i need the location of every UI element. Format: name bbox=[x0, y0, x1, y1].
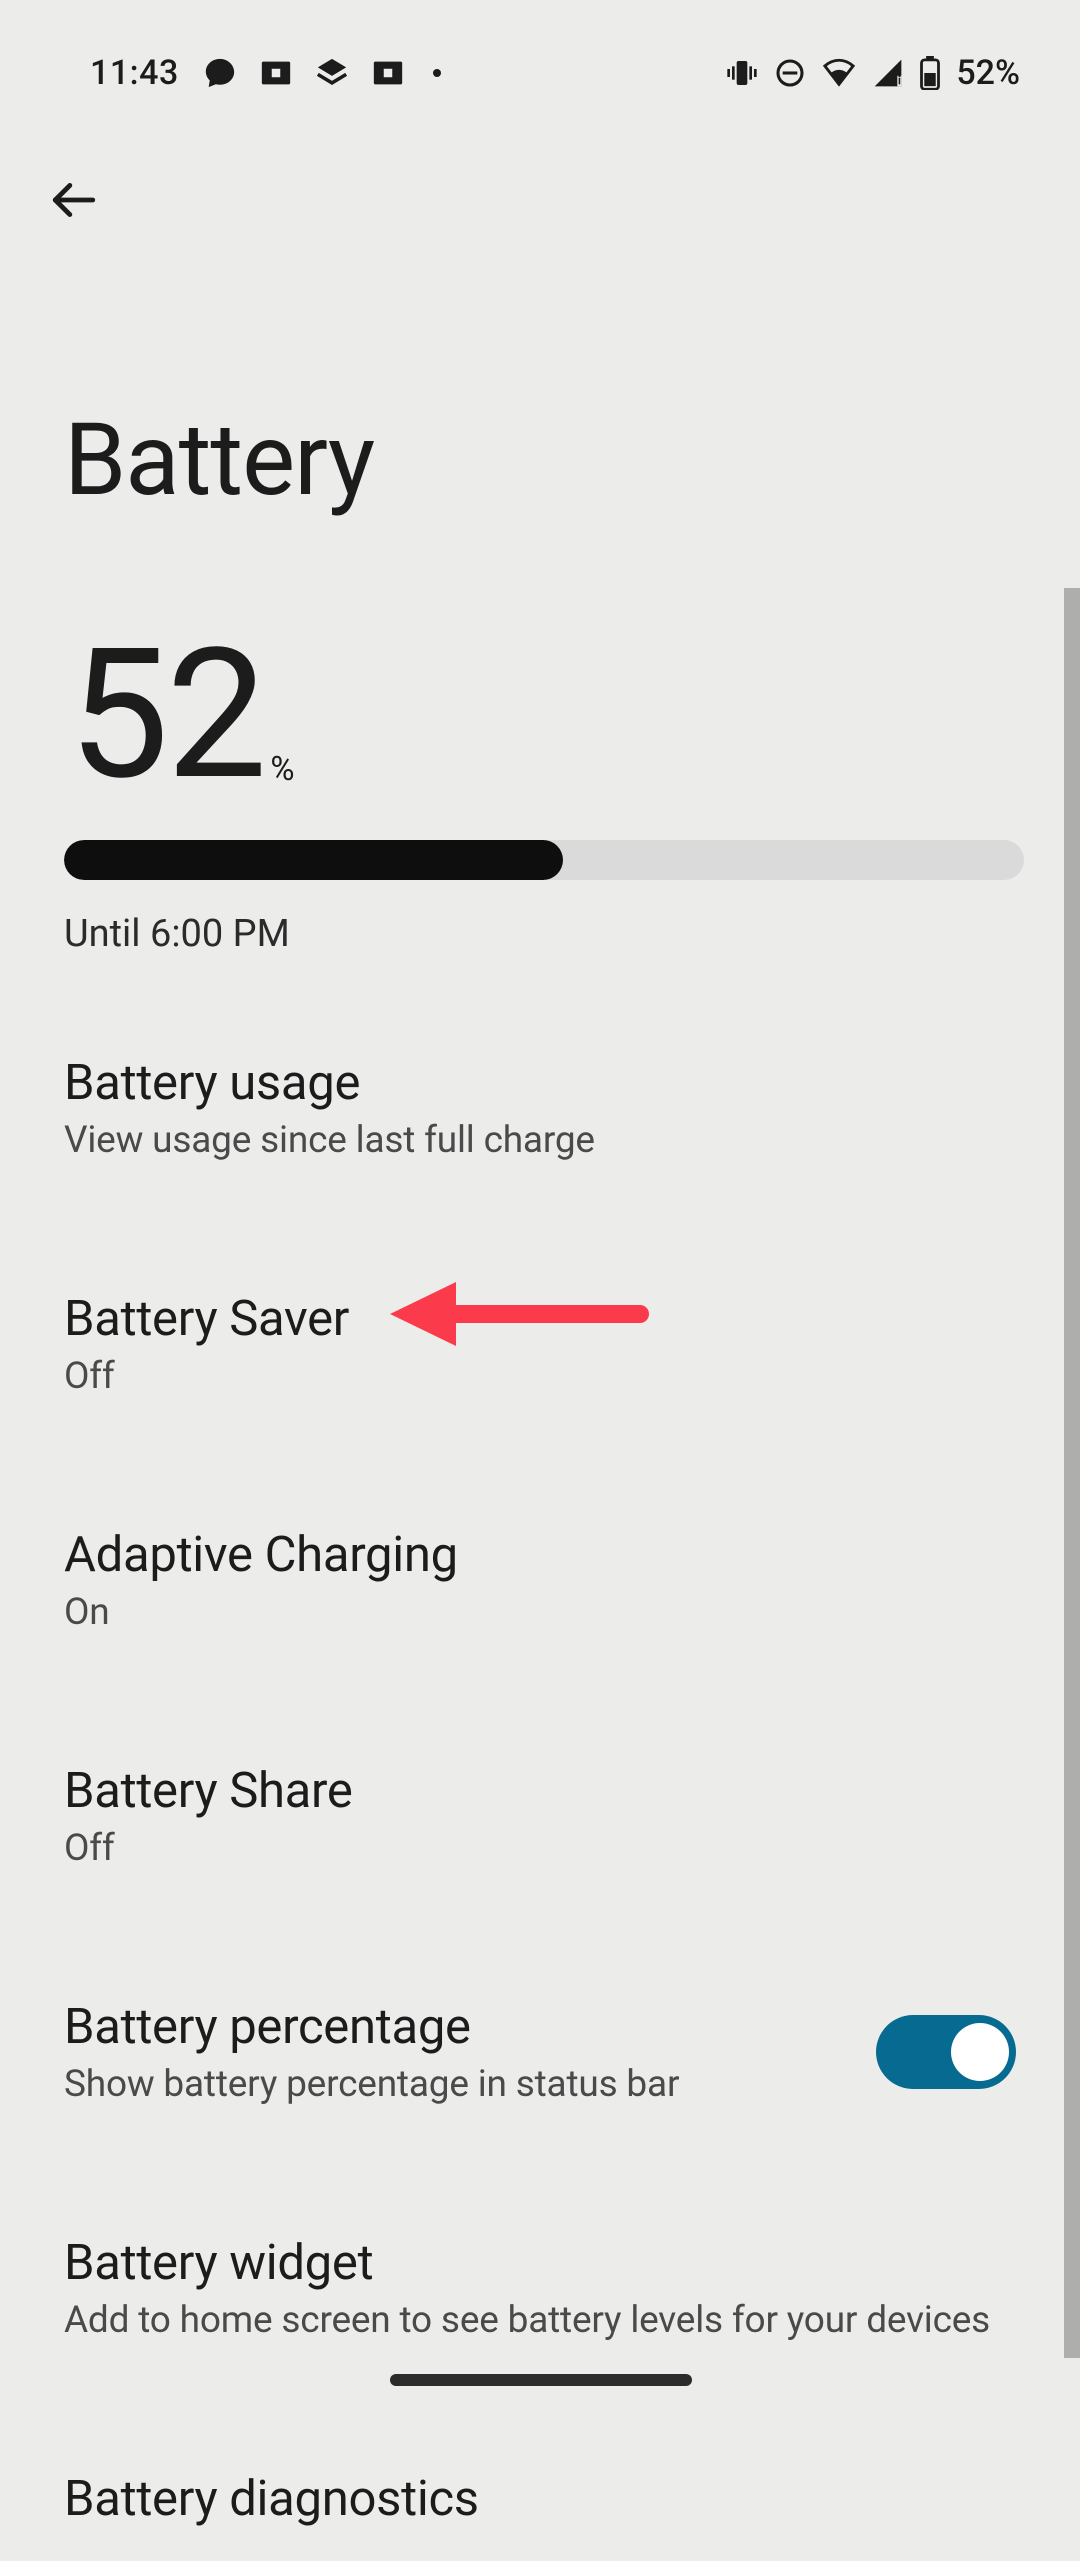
wifi-icon bbox=[822, 56, 856, 90]
mail-app-icon bbox=[259, 56, 293, 90]
vibrate-icon bbox=[726, 57, 758, 89]
item-battery-diagnostics[interactable]: Battery diagnostics bbox=[0, 2438, 1080, 2561]
item-subtitle: View usage since last full charge bbox=[64, 1119, 1016, 1162]
item-title: Battery diagnostics bbox=[64, 2470, 1016, 2527]
status-clock: 11:43 bbox=[90, 53, 179, 93]
status-bar: 11:43 52% bbox=[0, 0, 1080, 105]
item-adaptive-charging[interactable]: Adaptive Charging On bbox=[0, 1494, 1080, 1668]
item-battery-saver[interactable]: Battery Saver Off bbox=[0, 1258, 1080, 1432]
item-subtitle: Show battery percentage in status bar bbox=[64, 2063, 876, 2106]
status-battery-text: 52% bbox=[956, 53, 1020, 93]
layers-icon bbox=[315, 56, 349, 90]
toggle-knob bbox=[951, 2023, 1009, 2081]
battery-progress-fill bbox=[64, 840, 563, 880]
mail-sync-icon bbox=[371, 56, 405, 90]
scroll-indicator bbox=[1064, 588, 1080, 2358]
chat-bubble-icon bbox=[203, 56, 237, 90]
status-right-cluster: 52% bbox=[726, 53, 1020, 93]
battery-percentage-toggle[interactable] bbox=[876, 2015, 1016, 2089]
status-left-cluster: 11:43 bbox=[90, 53, 441, 93]
item-battery-share[interactable]: Battery Share Off bbox=[0, 1730, 1080, 1904]
gesture-nav-bar[interactable] bbox=[390, 2374, 692, 2386]
arrow-left-icon bbox=[49, 175, 99, 225]
item-subtitle: Add to home screen to see battery levels… bbox=[64, 2299, 1016, 2342]
item-title: Battery usage bbox=[64, 1054, 1016, 1111]
battery-progress bbox=[64, 840, 1024, 880]
battery-level-value: 52 bbox=[68, 625, 264, 805]
battery-icon bbox=[920, 56, 940, 90]
item-title: Battery widget bbox=[64, 2234, 1016, 2291]
settings-list: Battery usage View usage since last full… bbox=[0, 1022, 1080, 2561]
item-subtitle: On bbox=[64, 1591, 1016, 1634]
more-notifications-dot bbox=[433, 69, 441, 77]
item-title: Battery Saver bbox=[64, 1290, 1016, 1347]
item-title: Adaptive Charging bbox=[64, 1526, 1016, 1583]
item-subtitle: Off bbox=[64, 1827, 1016, 1870]
page-title: Battery bbox=[64, 402, 374, 519]
item-title: Battery Share bbox=[64, 1762, 1016, 1819]
battery-percent-sign: % bbox=[270, 750, 294, 805]
back-button[interactable] bbox=[42, 168, 106, 232]
item-battery-percentage[interactable]: Battery percentage Show battery percenta… bbox=[0, 1966, 1080, 2140]
item-battery-usage[interactable]: Battery usage View usage since last full… bbox=[0, 1022, 1080, 1196]
item-title: Battery percentage bbox=[64, 1998, 876, 2055]
dnd-icon bbox=[774, 57, 806, 89]
battery-estimate: Until 6:00 PM bbox=[64, 912, 290, 956]
item-subtitle: Off bbox=[64, 1355, 1016, 1398]
item-battery-widget[interactable]: Battery widget Add to home screen to see… bbox=[0, 2202, 1080, 2376]
battery-level: 52 % bbox=[68, 625, 295, 805]
signal-icon bbox=[872, 57, 904, 89]
